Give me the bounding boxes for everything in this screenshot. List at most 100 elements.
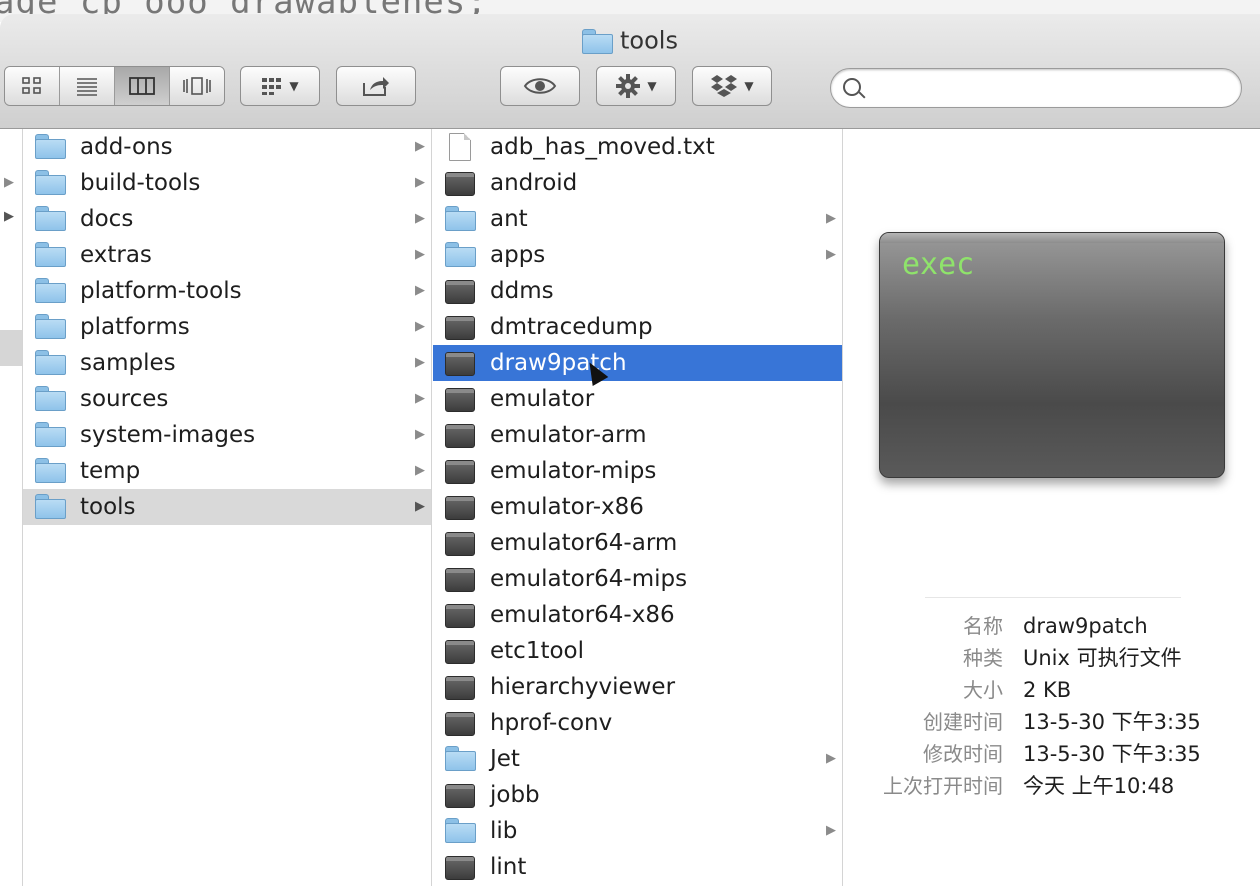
list-item[interactable]: platform-tools ▶ [23,273,431,309]
info-row: 名称 draw9patch [843,610,1260,642]
chevron-right-icon: ▶ [4,209,14,224]
coverflow-view-button[interactable] [170,67,224,105]
info-row: 创建时间 13-5-30 下午3:35 [843,706,1260,738]
list-item-label: android [490,170,578,196]
share-button[interactable] [336,66,416,106]
list-item-label: extras [80,242,152,268]
info-row: 种类 Unix 可执行文件 [843,642,1260,674]
list-item-label: emulator-x86 [490,494,644,520]
list-item-label: system-images [80,422,256,448]
list-item-label: ant [490,206,528,232]
list-item-label: docs [80,206,134,232]
list-item[interactable]: emulator-x86 [433,489,842,525]
list-item[interactable]: tools ▶ [23,489,431,525]
list-item[interactable]: emulator64-mips [433,561,842,597]
search-field[interactable] [830,68,1242,108]
folder-icon [35,242,66,267]
icon-view-button[interactable] [5,67,60,105]
list-item[interactable]: android [433,165,842,201]
chevron-right-icon: ▶ [415,499,425,514]
column-sdk: add-ons ▶ build-tools ▶ docs ▶ extras ▶ platform… [23,129,432,886]
executable-icon [445,568,475,592]
chevron-down-icon: ▼ [744,79,754,93]
list-item-label: emulator64-x86 [490,602,675,628]
list-item[interactable]: emulator64-x86 [433,597,842,633]
list-item[interactable]: ant ▶ [433,201,842,237]
search-input[interactable] [871,73,1235,105]
chevron-right-icon: ▶ [415,211,425,226]
folder-icon [445,746,476,771]
parent-column-sliver[interactable]: ▶ ▶ [0,129,23,886]
list-item-label: Jet [490,746,520,772]
list-view-button[interactable] [60,67,115,105]
list-item[interactable]: system-images ▶ [23,417,431,453]
chevron-right-icon: ▶ [415,319,425,334]
list-item-label: dmtracedump [490,314,653,340]
executable-icon [445,352,475,376]
list-item[interactable]: temp ▶ [23,453,431,489]
list-item[interactable]: apps ▶ [433,237,842,273]
list-item[interactable]: draw9patch [433,345,842,381]
list-item[interactable]: lib ▶ [433,813,842,849]
list-item-label: hprof-conv [490,710,613,736]
list-item-label: lint [490,854,527,880]
info-row: 大小 2 KB [843,674,1260,706]
list-item[interactable]: jobb [433,777,842,813]
folder-icon [35,134,66,159]
list-item[interactable]: add-ons ▶ [23,129,431,165]
list-item-label: emulator-arm [490,422,647,448]
folder-icon [35,278,66,303]
list-item[interactable]: Jet ▶ [433,741,842,777]
list-item[interactable]: adb_has_moved.txt [433,129,842,165]
list-item[interactable]: hierarchyviewer [433,669,842,705]
folder-icon [35,422,66,447]
list-item-label: emulator-mips [490,458,657,484]
list-item[interactable]: emulator-mips [433,453,842,489]
chevron-down-icon: ▼ [647,79,657,93]
list-item[interactable]: extras ▶ [23,237,431,273]
arrange-button[interactable]: ▼ [240,66,320,106]
executable-icon [445,496,475,520]
list-item[interactable]: etc1tool [433,633,842,669]
chevron-right-icon: ▶ [415,247,425,262]
action-button[interactable]: ▼ [596,66,676,106]
chevron-right-icon: ▶ [826,751,836,766]
info-value: 13-5-30 下午3:35 [1023,742,1201,766]
list-item-label: tools [80,494,136,520]
columns-icon [129,77,155,95]
list-item[interactable]: sources ▶ [23,381,431,417]
list-item[interactable]: emulator64-arm [433,525,842,561]
list-item[interactable]: samples ▶ [23,345,431,381]
list-item[interactable]: emulator-arm [433,417,842,453]
view-mode-segmented-control[interactable] [4,66,225,106]
info-key: 名称 [963,614,1003,638]
list-item-label: platforms [80,314,190,340]
list-item[interactable]: hprof-conv [433,705,842,741]
chevron-right-icon: ▶ [4,175,14,190]
list-item[interactable]: ddms [433,273,842,309]
list-item[interactable]: emulator [433,381,842,417]
list-item[interactable]: lint [433,849,842,885]
list-item[interactable]: dmtracedump [433,309,842,345]
chevron-right-icon: ▶ [826,823,836,838]
dropbox-button[interactable]: ▼ [692,66,772,106]
chevron-right-icon: ▶ [415,283,425,298]
executable-icon [445,280,475,304]
list-item[interactable]: docs ▶ [23,201,431,237]
list-item[interactable]: platforms ▶ [23,309,431,345]
list-item[interactable]: build-tools ▶ [23,165,431,201]
info-key: 创建时间 [923,710,1003,734]
info-value: draw9patch [1023,614,1148,638]
chevron-right-icon: ▶ [415,427,425,442]
folder-icon [35,206,66,231]
executable-icon [445,532,475,556]
exec-preview-icon: exec [879,232,1225,478]
chevron-right-icon: ▶ [415,463,425,478]
folder-icon [445,206,476,231]
column-view-button[interactable] [115,67,170,105]
coverflow-icon [183,77,211,95]
info-divider [925,597,1181,598]
quicklook-button[interactable] [500,66,580,106]
info-value: Unix 可执行文件 [1023,646,1182,670]
executable-icon [445,172,475,196]
